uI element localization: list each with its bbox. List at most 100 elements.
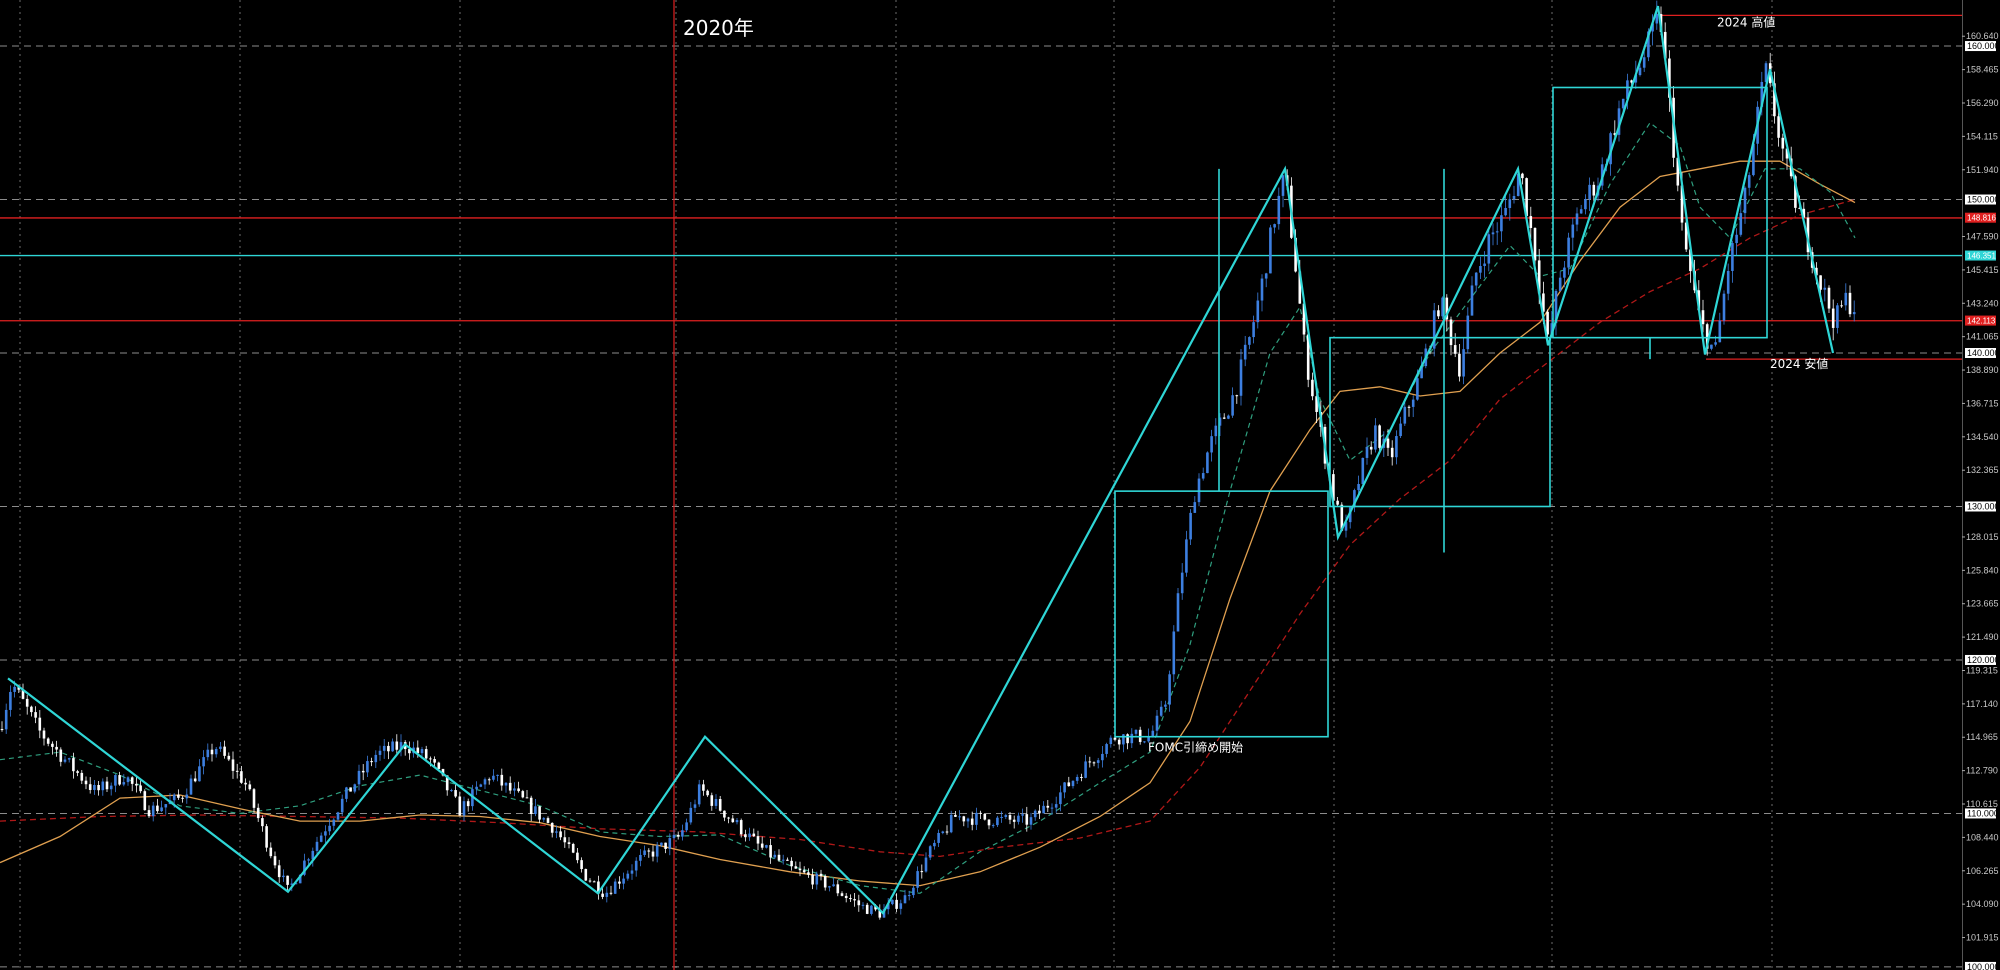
candle-body <box>630 870 634 874</box>
candle-body <box>1134 729 1138 734</box>
candle-body <box>1458 353 1461 377</box>
candle-body <box>1172 631 1176 675</box>
candle-body <box>970 818 974 825</box>
axis-tick-label: 104.090 <box>1966 899 1999 909</box>
candle-body <box>1365 446 1369 458</box>
candle-body <box>277 865 281 878</box>
candle-body <box>1243 344 1247 360</box>
candle-body <box>67 758 71 760</box>
candle-body <box>269 847 273 857</box>
price-tag-label: 146.351 <box>1967 252 1996 261</box>
candle-body <box>937 832 940 843</box>
candle-body <box>1096 760 1100 763</box>
candle-body <box>315 841 319 851</box>
candle-body <box>790 860 793 867</box>
candle-body <box>1579 209 1583 214</box>
candle-body <box>118 775 121 785</box>
candle-body <box>177 794 180 798</box>
candle-body <box>681 830 684 837</box>
candle-body <box>1449 319 1453 346</box>
candle-body <box>462 801 466 816</box>
candle-body <box>1164 704 1167 707</box>
candle-body <box>1050 807 1054 809</box>
candle-body <box>122 782 126 785</box>
candle-body <box>819 873 823 877</box>
candle-body <box>1369 446 1373 450</box>
candle-body <box>542 818 546 820</box>
candle-body <box>46 738 50 744</box>
candle-body <box>781 859 785 861</box>
candle-body <box>958 816 961 818</box>
axis-tick-label: 132.365 <box>1966 465 1999 475</box>
candle-body <box>639 854 642 861</box>
chart-background <box>0 0 2000 970</box>
candle-body <box>42 730 46 739</box>
candle-body <box>1138 729 1142 742</box>
candle-body <box>945 831 949 833</box>
candle-body <box>319 835 323 842</box>
candle-body <box>1487 234 1491 264</box>
candle-body <box>571 843 575 853</box>
candle-body <box>273 856 277 866</box>
candle-body <box>349 787 352 792</box>
candle-body <box>109 785 113 790</box>
candle-body <box>1206 452 1209 474</box>
candle-body <box>1008 815 1012 820</box>
axis-tick-label: 123.665 <box>1966 599 1999 609</box>
candle-body <box>777 854 781 861</box>
axis-tick-label: 114.965 <box>1966 732 1998 742</box>
candle-body <box>794 866 798 869</box>
candle-body <box>735 820 739 823</box>
candle-body <box>1143 741 1146 743</box>
candle-body <box>353 784 357 792</box>
candle-body <box>836 884 840 894</box>
candle-body <box>13 686 16 692</box>
axis-tick-label: 136.715 <box>1966 398 1999 408</box>
candle-body <box>567 842 571 844</box>
candle-body <box>853 899 856 901</box>
candle-body <box>1063 782 1066 793</box>
axis-tick-label: 101.915 <box>1966 933 1999 943</box>
candle-body <box>718 799 722 811</box>
candle-body <box>1180 572 1184 594</box>
candle-body <box>811 874 814 885</box>
candle-body <box>832 884 835 887</box>
candle-body <box>1122 734 1125 745</box>
round-level-tag-label: 120.000 <box>1967 655 2000 665</box>
candle-body <box>244 782 247 785</box>
candle-body <box>840 893 844 896</box>
axis-tick-label: 143.240 <box>1966 298 1999 308</box>
candle-body <box>613 881 617 894</box>
candle-body <box>193 778 197 782</box>
axis-tick-label: 121.490 <box>1966 632 1999 642</box>
candle-body <box>664 842 667 849</box>
axis-tick-label: 108.440 <box>1966 832 1999 842</box>
candle-body <box>899 903 903 909</box>
candle-body <box>1256 300 1260 323</box>
candle-body <box>227 755 231 760</box>
candle-body <box>861 904 865 906</box>
candle-body <box>424 749 428 759</box>
candle-body <box>1495 231 1499 233</box>
candle-body <box>723 810 726 818</box>
candle-body <box>802 870 806 873</box>
candle-body <box>1054 804 1058 808</box>
candle-body <box>1470 285 1474 316</box>
candle-body <box>240 771 243 783</box>
candle-body <box>1777 116 1780 138</box>
candle-body <box>1840 305 1843 307</box>
candle-body <box>164 804 168 808</box>
candle-body <box>576 852 579 861</box>
candle-body <box>72 758 75 772</box>
candle-body <box>823 876 827 888</box>
candle-body <box>672 834 676 839</box>
candle-body <box>1701 310 1705 325</box>
candle-body <box>928 846 932 858</box>
candle-body <box>849 898 852 900</box>
candle-body <box>492 775 495 780</box>
candle-body <box>248 784 252 790</box>
candle-body <box>987 819 991 826</box>
candle-body <box>1075 776 1079 781</box>
candle-body <box>1222 417 1226 419</box>
candle-body <box>1033 810 1037 818</box>
